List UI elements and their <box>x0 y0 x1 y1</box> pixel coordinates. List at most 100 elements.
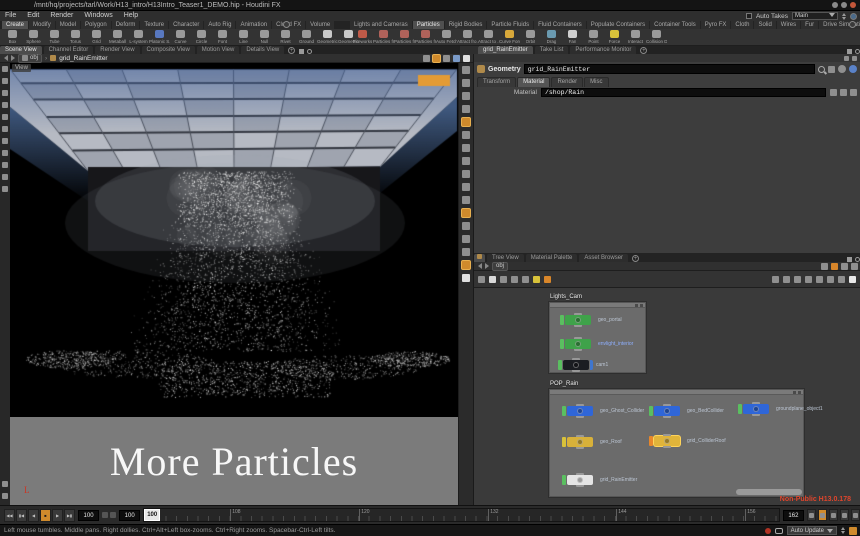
pane-tab[interactable]: Material Palette <box>526 254 578 262</box>
network-hscrollbar[interactable] <box>736 489 802 495</box>
shelf-tab[interactable]: Texture <box>140 21 168 29</box>
shelf-tab[interactable]: Solid <box>754 21 775 29</box>
node-body[interactable] <box>567 437 593 447</box>
loop-mode-icon[interactable] <box>818 509 827 521</box>
menu-item[interactable]: Windows <box>84 11 112 21</box>
flag-render-icon[interactable] <box>511 276 518 283</box>
display-normals-icon[interactable] <box>462 157 470 165</box>
flag-template-icon[interactable] <box>522 276 529 283</box>
audio-icon[interactable] <box>829 509 838 521</box>
node-output-flag[interactable] <box>592 339 595 349</box>
connector-icon[interactable] <box>478 276 485 283</box>
shelf-tool[interactable]: Circle <box>191 29 212 44</box>
shelf-tab[interactable]: Character <box>169 21 203 29</box>
pane-close-icon[interactable] <box>852 56 857 61</box>
menu-item[interactable]: File <box>5 11 16 21</box>
link-icon[interactable] <box>794 276 801 283</box>
shelf-tool[interactable]: Orbit <box>520 29 541 44</box>
play-button[interactable]: ▶ <box>52 509 63 522</box>
node-body[interactable] <box>567 406 593 416</box>
maximize-button[interactable] <box>841 2 847 8</box>
render-icon[interactable] <box>2 162 8 168</box>
parameter-tab[interactable]: Material <box>517 77 550 87</box>
shelf-tab[interactable]: Lights and Cameras <box>350 21 412 29</box>
next-frame-button[interactable]: ▶▮ <box>64 509 75 522</box>
gear-icon[interactable] <box>851 263 858 270</box>
node-output-flag[interactable] <box>681 436 684 446</box>
scale-icon[interactable] <box>2 102 8 108</box>
network-node[interactable]: geo_portal <box>560 315 622 325</box>
shelf-tool[interactable]: Geometric... <box>317 29 338 44</box>
shelf-tool[interactable]: Auto Fetch <box>436 29 457 44</box>
shelf-tab[interactable]: Particles <box>413 21 444 29</box>
pose-icon[interactable] <box>2 114 8 120</box>
shelf-tab[interactable]: Populate Containers <box>587 21 649 29</box>
keyframe-icon[interactable] <box>2 150 8 156</box>
shelf-tool[interactable]: Curve Force <box>499 29 520 44</box>
shelf-tab[interactable]: Rigid Bodies <box>445 21 487 29</box>
layout-icon[interactable] <box>2 186 8 192</box>
pane-tab[interactable]: Composite View <box>142 46 195 54</box>
jump-start-button[interactable]: ◀◀ <box>4 509 15 522</box>
overview-icon[interactable] <box>827 276 834 283</box>
network-box-lights-cam[interactable]: geo_portal envlight_interior cam1 <box>549 302 646 373</box>
cook-indicator-icon[interactable] <box>849 527 857 535</box>
flipbook-icon[interactable] <box>2 174 8 180</box>
play-icon[interactable] <box>831 263 838 270</box>
global-range-icon[interactable] <box>851 509 860 521</box>
node-flag[interactable] <box>560 339 564 349</box>
select-mode-icon[interactable] <box>462 105 470 113</box>
shelf-tab[interactable]: Polygon <box>81 21 111 29</box>
shelf-tool[interactable]: Interact <box>625 29 646 44</box>
prev-frame-button[interactable]: ▮◀ <box>16 509 27 522</box>
node-flag[interactable] <box>558 360 562 370</box>
shelf-tool[interactable]: Collision D... <box>646 29 667 44</box>
message-bubble-icon[interactable] <box>775 528 783 534</box>
shelf-tool[interactable]: Torus <box>65 29 86 44</box>
update-spinner[interactable] <box>841 527 845 534</box>
close-button[interactable] <box>850 2 856 8</box>
translate-icon[interactable] <box>2 78 8 84</box>
pane-layout-icon[interactable] <box>844 56 849 61</box>
menu-item[interactable]: Help <box>124 11 138 21</box>
parameter-tab[interactable]: Misc <box>584 77 608 87</box>
node-output-flag[interactable] <box>594 475 597 485</box>
range-end-field[interactable]: 162 <box>783 510 804 521</box>
shelf-tool[interactable]: Metaball <box>107 29 128 44</box>
node-body[interactable] <box>563 360 589 370</box>
badge-icon[interactable] <box>489 276 496 283</box>
network-box-pop-rain[interactable]: geo_Ghost_Collider geo_BedCollider groun… <box>549 389 804 497</box>
pane-tab[interactable]: Motion View <box>197 46 240 54</box>
viewport-3d-scene[interactable] <box>10 63 458 417</box>
help-icon[interactable] <box>849 65 857 73</box>
range-lock-icon[interactable] <box>102 512 108 518</box>
rotate-icon[interactable] <box>2 90 8 96</box>
node-flag[interactable] <box>738 404 742 414</box>
dropdown-icon[interactable] <box>821 263 828 270</box>
network-view-tab[interactable] <box>474 254 485 262</box>
shelf-tool[interactable]: Point <box>583 29 604 44</box>
network-node[interactable]: cam1 <box>558 360 608 370</box>
shelf-tool[interactable]: Font <box>212 29 233 44</box>
shelf-tool[interactable]: Null <box>254 29 275 44</box>
pane-tab[interactable]: Render View <box>95 46 139 54</box>
shelf-tool[interactable]: Attract to ... <box>478 29 499 44</box>
pane-tab[interactable]: grid_RainEmitter <box>478 46 533 54</box>
auto-takes-checkbox[interactable] <box>746 13 752 19</box>
network-editor[interactable]: Lights_Cam geo_portal envlight_interior <box>473 288 860 505</box>
dropdown-icon[interactable] <box>423 55 430 62</box>
flag-orange-icon[interactable] <box>544 276 551 283</box>
shelf-tool[interactable]: Particles fr... <box>394 29 415 44</box>
node-flag[interactable] <box>562 437 566 447</box>
fog-icon[interactable] <box>462 248 470 256</box>
playbar-settings-icon[interactable] <box>840 509 849 521</box>
grid-snap-icon[interactable] <box>816 276 823 283</box>
shelf-tab[interactable]: Volume <box>306 21 334 29</box>
box-title-bar[interactable] <box>550 390 803 395</box>
forward-icon[interactable] <box>485 263 489 269</box>
pane-tab[interactable]: Asset Browser <box>579 254 628 262</box>
shelf-tool[interactable]: Particles fr... <box>373 29 394 44</box>
take-selector[interactable]: Main <box>792 12 838 20</box>
shelf-tab[interactable]: Wires <box>777 21 800 29</box>
node-body[interactable] <box>567 475 593 485</box>
